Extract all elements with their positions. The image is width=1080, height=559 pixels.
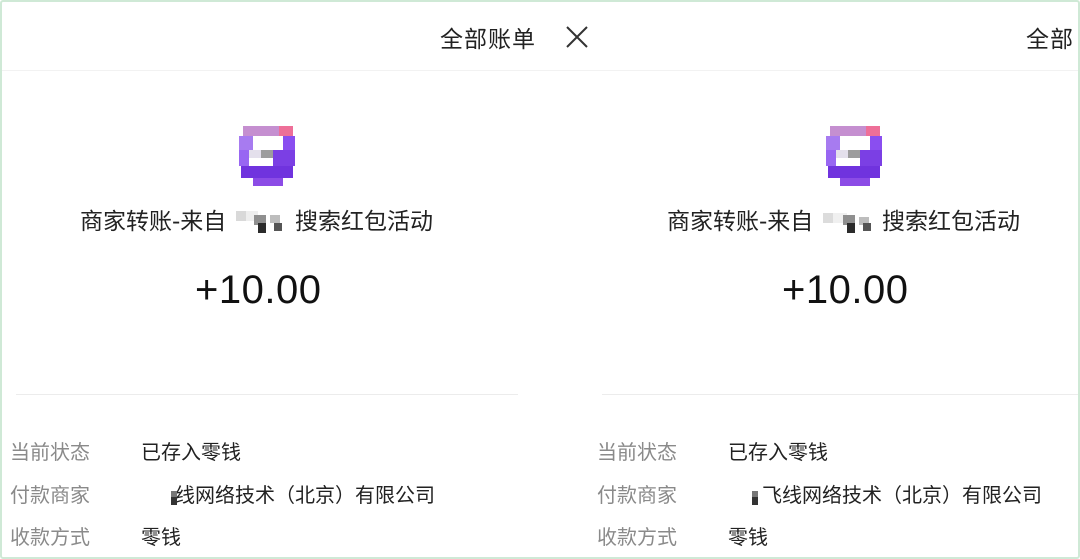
merchant-name: 线网络技术（北京）有限公司 [175,483,435,507]
detail-value-merchant: 线网络技术（北京）有限公司 [141,479,435,508]
redacted-mosaic [141,485,177,505]
description-suffix: 搜索红包活动 [881,209,1020,235]
header-divider [592,70,1078,71]
detail-label: 付款商家 [597,483,677,507]
detail-label: 当前状态 [597,440,677,464]
close-icon[interactable] [564,24,590,50]
description-prefix: 商家转账-来自 [80,209,227,235]
description-suffix: 搜索红包活动 [294,209,433,235]
redacted-mosaic [821,209,875,233]
transaction-amount: +10.00 [782,268,909,312]
bill-detail-panel-right: 全部 商家转账-来自 搜索红包活动 +10.00 当前状态 已存入零钱 付款商家… [592,2,1078,557]
detail-value: 零钱 [728,525,768,549]
detail-label: 收款方式 [597,525,677,549]
detail-label: 收款方式 [10,525,90,549]
redacted-mosaic [728,485,762,505]
transaction-description: 商家转账-来自 搜索红包活动 [80,202,433,236]
detail-value-merchant: 飞线网络技术（北京）有限公司 [728,479,1042,508]
detail-label: 付款商家 [10,483,90,507]
bill-detail-panel-left: 全部账单 商家转账-来自 搜索红包活动 +10.00 当前状态 已存入零钱 付款… [2,2,592,557]
screenshot-frame: 全部账单 商家转账-来自 搜索红包活动 +10.00 当前状态 已存入零钱 付款… [0,0,1080,559]
redacted-mosaic [234,209,288,233]
detail-row-method: 收款方式 零钱 [2,521,592,553]
detail-value: 已存入零钱 [728,440,828,464]
transaction-description: 商家转账-来自 搜索红包活动 [667,202,1020,236]
header-divider [2,70,592,71]
section-divider [16,394,518,395]
detail-row-merchant: 付款商家 线网络技术（北京）有限公司 [2,479,592,511]
detail-row-method: 收款方式 零钱 [592,521,1078,553]
detail-row-merchant: 付款商家 飞线网络技术（北京）有限公司 [592,479,1078,511]
app-logo-icon [235,120,299,190]
detail-label: 当前状态 [10,440,90,464]
detail-value: 已存入零钱 [141,440,241,464]
merchant-name: 飞线网络技术（北京）有限公司 [762,483,1042,507]
detail-row-status: 当前状态 已存入零钱 [2,436,592,468]
transaction-amount: +10.00 [195,268,322,312]
detail-value: 零钱 [141,525,181,549]
description-prefix: 商家转账-来自 [667,209,814,235]
page-title-clipped[interactable]: 全部 [1026,20,1074,54]
detail-row-status: 当前状态 已存入零钱 [592,436,1078,468]
section-divider [602,394,1078,395]
page-title[interactable]: 全部账单 [440,20,536,54]
app-logo-icon [822,120,886,190]
